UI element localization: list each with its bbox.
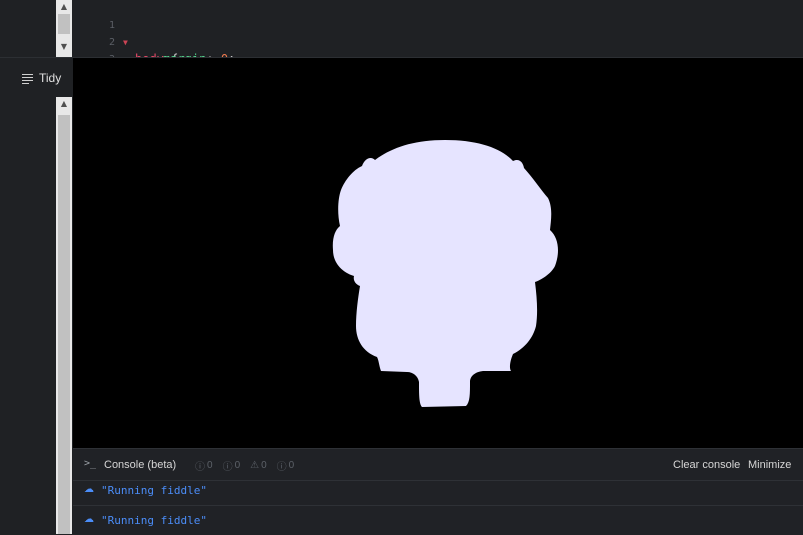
figure-silhouette <box>332 140 558 407</box>
console-header: >_ Console (beta) ⓘ 0 ⓘ 0 ⚠ 0 ⓘ 0 Clear cons… <box>73 449 803 481</box>
console-title: Console (beta) <box>104 459 177 471</box>
console-log-entry: ☁ "Running fiddle" <box>73 511 803 535</box>
warning-icon: ⚠ <box>250 460 260 471</box>
console-log-entry: ☁ "Running fiddle" <box>73 481 803 506</box>
fold-arrow-icon[interactable]: ▼ <box>123 34 128 51</box>
console-counts: ⓘ 0 ⓘ 0 ⚠ 0 ⓘ 0 <box>195 458 294 473</box>
clear-console-button[interactable]: Clear console <box>673 459 740 471</box>
minimize-button[interactable]: Minimize <box>748 459 791 471</box>
log-message: "Running fiddle" <box>101 514 207 527</box>
log-message: "Running fiddle" <box>101 484 207 497</box>
warning-count[interactable]: ⚠ 0 <box>250 458 267 473</box>
scrollbar-thumb[interactable] <box>58 115 70 534</box>
result-output[interactable] <box>73 58 803 448</box>
cloud-icon: ☁ <box>84 514 94 525</box>
cloud-icon: ☁ <box>84 484 94 495</box>
console-panel: >_ Console (beta) ⓘ 0 ⓘ 0 ⚠ 0 ⓘ 0 Clear cons… <box>73 448 803 535</box>
code-line: 3 } <box>73 34 142 83</box>
line-number: 2 <box>108 37 115 48</box>
info-icon: ⓘ <box>195 462 205 473</box>
scroll-up-arrow-icon[interactable]: ▲ <box>56 0 72 14</box>
css-editor[interactable]: 1 ▼ body { 2 margin: 0; 3 } <box>73 0 803 83</box>
scroll-up-arrow-icon[interactable]: ▲ <box>56 97 72 111</box>
tidy-button[interactable]: Tidy <box>8 66 68 90</box>
line-number: 1 <box>108 20 115 31</box>
align-lines-icon <box>22 73 33 84</box>
scrollbar-thumb[interactable] <box>58 14 70 34</box>
render-canvas <box>332 140 558 407</box>
code-line: 1 ▼ body { <box>73 0 178 66</box>
tidy-label: Tidy <box>39 71 62 85</box>
main-scrollbar[interactable]: ▲ <box>56 97 72 534</box>
terminal-prompt-icon: >_ <box>84 458 97 469</box>
error-count[interactable]: ⓘ 0 <box>277 458 295 473</box>
css-editor-scrollbar[interactable]: ▲ ▼ <box>56 0 72 57</box>
info-icon: ⓘ <box>222 462 233 473</box>
code-line: 2 margin: 0; <box>73 17 235 66</box>
info-count[interactable]: ⓘ 0 <box>223 458 241 473</box>
scroll-down-arrow-icon[interactable]: ▼ <box>56 40 72 54</box>
error-icon: ⓘ <box>276 462 287 473</box>
info-count[interactable]: ⓘ 0 <box>195 458 213 473</box>
